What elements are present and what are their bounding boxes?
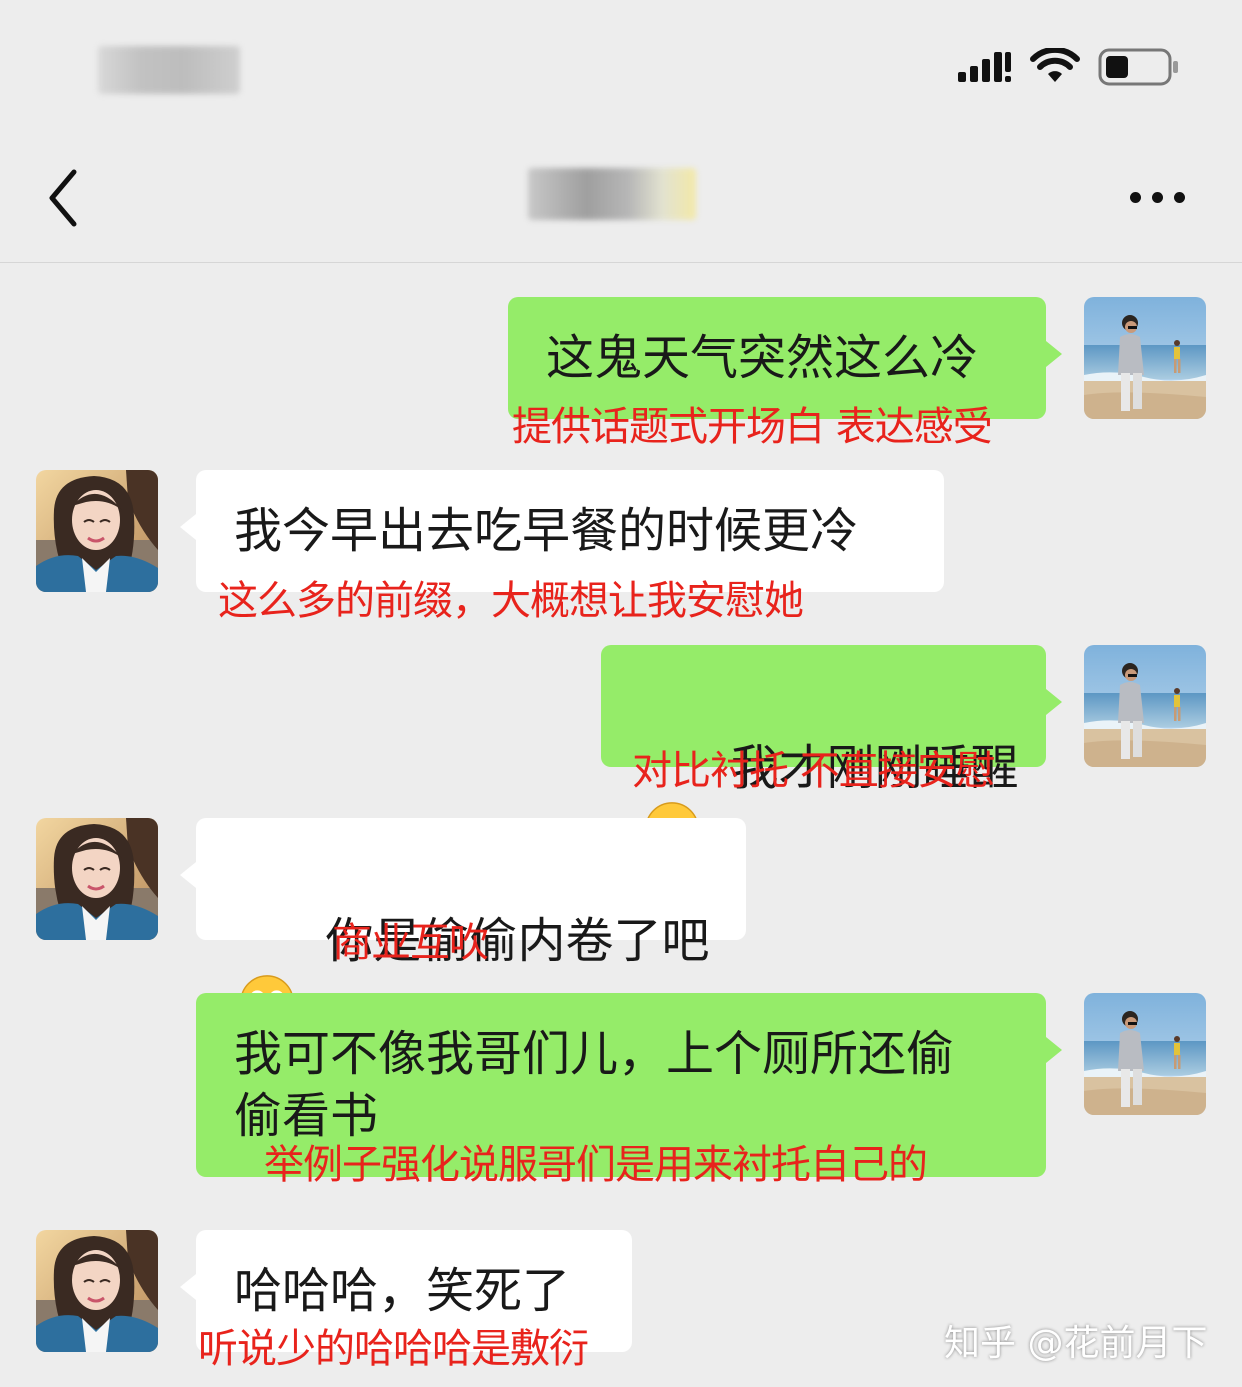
contact-avatar[interactable] <box>36 470 158 592</box>
annotation-text: 商业互吹 <box>332 920 489 966</box>
wifi-icon <box>1030 48 1080 82</box>
annotation-text: 提供话题式开场白 表达感受 <box>512 404 993 450</box>
cellular-signal-icon <box>958 52 1011 82</box>
more-options-button[interactable] <box>1126 180 1190 216</box>
annotation-text: 听说少的哈哈哈是敷衍 <box>198 1326 589 1372</box>
annotation-text: 举例子强化说服哥们是用来衬托自己的 <box>264 1142 928 1188</box>
message-bubble-received[interactable]: 我今早出去吃早餐的时候更冷 <box>180 470 944 592</box>
message-text: 这鬼天气突然这么冷 <box>546 330 979 386</box>
my-avatar[interactable] <box>1084 297 1206 419</box>
contact-avatar[interactable] <box>36 1230 158 1352</box>
back-button[interactable] <box>40 166 90 230</box>
contact-avatar[interactable] <box>36 818 158 940</box>
more-dots-icon <box>1130 192 1141 203</box>
blurred-contact-name <box>528 168 696 220</box>
my-avatar[interactable] <box>1084 993 1206 1115</box>
annotation-text: 这么多的前缀，大概想让我安慰她 <box>218 578 804 624</box>
my-avatar[interactable] <box>1084 645 1206 767</box>
status-bar <box>0 0 1242 130</box>
chevron-left-icon <box>49 169 77 227</box>
message-text: 哈哈哈，笑死了 <box>234 1263 571 1319</box>
message-bubble-sent[interactable]: 这鬼天气突然这么冷 <box>508 297 1062 419</box>
annotation-text: 对比衬托 不直接安慰 <box>632 748 996 794</box>
chat-header <box>0 130 1242 263</box>
zhihu-watermark: 知乎 @花前月下 <box>944 1323 1208 1364</box>
blurred-time <box>98 46 240 94</box>
battery-icon <box>1098 48 1178 86</box>
message-text: 我今早出去吃早餐的时候更冷 <box>234 503 859 559</box>
message-text: 我可不像我哥们儿，上个厕所还偷 偷看书 <box>234 1026 955 1144</box>
